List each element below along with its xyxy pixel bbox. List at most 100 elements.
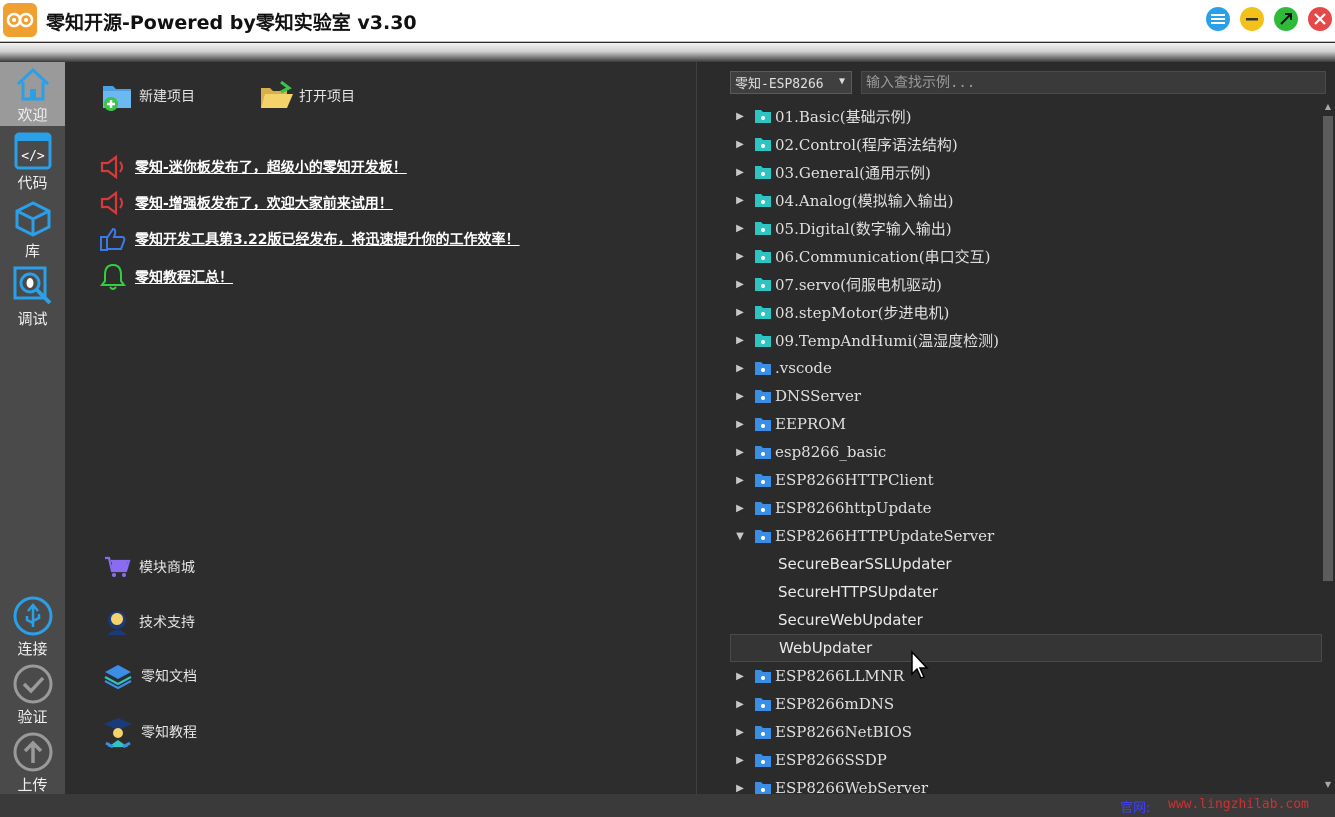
news-link[interactable]: 零知-增强板发布了，欢迎大家前来试用！ [135,193,393,213]
news-item[interactable]: 零知-增强板发布了，欢迎大家前来试用！ [99,190,393,216]
chevron-right-icon[interactable]: ▶ [732,671,748,682]
app-logo-icon [3,3,37,37]
tree-item-label: 09.TempAndHumi(温湿度检测) [775,331,999,350]
tree-folder-item[interactable]: ▶ ESP8266mDNS [730,690,1322,718]
scrollbar-thumb[interactable] [1323,116,1333,581]
chevron-right-icon[interactable]: ▶ [732,503,748,514]
tree-folder-item[interactable]: ▶ ESP8266SSDP [730,746,1322,774]
chevron-right-icon[interactable]: ▶ [732,391,748,402]
website-label: 官网: [1120,801,1151,816]
tree-folder-item[interactable]: ▶ ESP8266NetBIOS [730,718,1322,746]
board-select[interactable]: 零知-ESP8266 ▼ [730,71,852,94]
tree-scrollbar[interactable]: ▲ ▼ [1322,102,1334,794]
nav-code[interactable]: </> 代码 [0,128,65,194]
tree-item-label: 04.Analog(模拟输入输出) [775,191,954,210]
minimize-button[interactable] [1240,7,1264,31]
tree-item-label: ESP8266SSDP [775,751,887,769]
tree-folder-item[interactable]: ▶ 05.Digital(数字输入输出) [730,214,1322,242]
tree-folder-item[interactable]: ▶ EEPROM [730,410,1322,438]
scroll-down-icon[interactable]: ▼ [1323,780,1333,792]
chevron-right-icon[interactable]: ▶ [732,475,748,486]
chevron-right-icon[interactable]: ▶ [732,139,748,150]
folder-icon [755,782,771,794]
tree-folder-item[interactable]: ▶ 03.General(通用示例) [730,158,1322,186]
news-link[interactable]: 零知-迷你板发布了，超级小的零知开发板！ [135,157,407,177]
chevron-right-icon[interactable]: ▶ [732,447,748,458]
folder-icon [755,726,771,739]
chevron-right-icon[interactable]: ▶ [732,251,748,262]
tutorial-link[interactable]: 零知教程 [103,716,197,748]
chevron-right-icon[interactable]: ▶ [732,783,748,794]
tree-folder-item[interactable]: ▶ esp8266_basic [730,438,1322,466]
tree-leaf-item[interactable]: WebUpdater [730,634,1322,662]
news-item[interactable]: 零知教程汇总！ [99,262,233,292]
chevron-right-icon[interactable]: ▶ [732,419,748,430]
close-button[interactable] [1308,7,1332,31]
chevron-right-icon[interactable]: ▶ [732,111,748,122]
speaker-icon [100,190,123,216]
nav-connect[interactable]: 连接 [0,594,65,660]
news-item[interactable]: 零知-迷你板发布了，超级小的零知开发板！ [99,154,407,180]
board-select-value: 零知-ESP8266 [735,77,824,92]
nav-upload[interactable]: 上传 [0,730,65,796]
tree-folder-item[interactable]: ▶ ESP8266httpUpdate [730,494,1322,522]
open-project-button[interactable]: 打开项目 [259,80,355,112]
chevron-right-icon[interactable]: ▶ [732,335,748,346]
chevron-right-icon[interactable]: ▶ [732,699,748,710]
chevron-right-icon[interactable]: ▶ [732,223,748,234]
chevron-down-icon[interactable]: ▼ [732,531,748,542]
cube-icon [15,201,50,237]
tree-folder-item[interactable]: ▶ 09.TempAndHumi(温湿度检测) [730,326,1322,354]
folder-icon [755,278,771,291]
open-project-label: 打开项目 [299,89,355,105]
folder-icon [755,446,771,459]
news-link[interactable]: 零知教程汇总！ [135,267,233,287]
chevron-right-icon[interactable]: ▶ [732,167,748,178]
tech-support-link[interactable]: 技术支持 [103,608,195,636]
folder-icon [755,670,771,683]
tree-folder-item[interactable]: ▶ 01.Basic(基础示例) [730,102,1322,130]
chevron-right-icon[interactable]: ▶ [732,307,748,318]
news-item[interactable]: 零知开发工具第3.22版已经发布，将迅速提升你的工作效率！ [99,226,520,252]
nav-library[interactable]: 库 [0,198,65,264]
nav-verify[interactable]: 验证 [0,662,65,728]
new-project-button[interactable]: 新建项目 [101,80,195,112]
tree-folder-item[interactable]: ▶ DNSServer [730,382,1322,410]
nav-welcome[interactable]: 欢迎 [0,62,65,126]
tree-folder-item[interactable]: ▶ 08.stepMotor(步进电机) [730,298,1322,326]
maximize-button[interactable] [1274,7,1298,31]
tree-folder-item[interactable]: ▶ 06.Communication(串口交互) [730,242,1322,270]
nav-debug-label: 调试 [17,310,48,328]
tree-folder-item[interactable]: ▼ ESP8266HTTPUpdateServer [730,522,1322,550]
bell-icon [100,263,126,290]
nav-debug[interactable]: 调试 [0,266,65,332]
tree-folder-item[interactable]: ▶ ESP8266LLMNR [730,662,1322,690]
tree-leaf-item[interactable]: SecureBearSSLUpdater [730,550,1322,578]
minimize-icon [1246,18,1258,21]
module-shop-link[interactable]: 模块商城 [103,554,195,580]
tree-folder-item[interactable]: ▶ 07.servo(伺服电机驱动) [730,270,1322,298]
tree-folder-item[interactable]: ▶ ESP8266WebServer [730,774,1322,794]
website-link[interactable]: www.lingzhilab.com [1168,797,1309,812]
tree-folder-item[interactable]: ▶ 04.Analog(模拟输入输出) [730,186,1322,214]
folder-icon [755,502,771,515]
menu-button[interactable] [1206,7,1230,31]
scroll-up-icon[interactable]: ▲ [1323,102,1333,114]
docs-link[interactable]: 零知文档 [103,662,197,690]
debug-icon [13,266,51,305]
chevron-right-icon[interactable]: ▶ [732,727,748,738]
tree-folder-item[interactable]: ▶ .vscode [730,354,1322,382]
chevron-right-icon[interactable]: ▶ [732,279,748,290]
folder-icon [755,754,771,767]
tree-folder-item[interactable]: ▶ 02.Control(程序语法结构) [730,130,1322,158]
tree-folder-item[interactable]: ▶ ESP8266HTTPClient [730,466,1322,494]
tree-item-label: 02.Control(程序语法结构) [775,135,958,154]
news-link[interactable]: 零知开发工具第3.22版已经发布，将迅速提升你的工作效率！ [135,229,520,249]
chevron-right-icon[interactable]: ▶ [732,363,748,374]
example-search-input[interactable] [861,71,1326,94]
chevron-right-icon[interactable]: ▶ [732,195,748,206]
tree-leaf-item[interactable]: SecureHTTPSUpdater [730,578,1322,606]
tree-leaf-item[interactable]: SecureWebUpdater [730,606,1322,634]
tree-item-label: ESP8266NetBIOS [775,723,913,741]
chevron-right-icon[interactable]: ▶ [732,755,748,766]
